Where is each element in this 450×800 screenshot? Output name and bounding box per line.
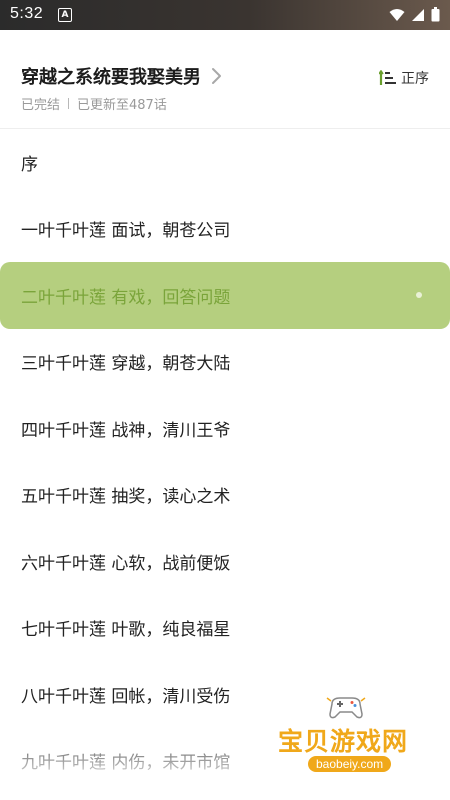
chapter-item[interactable]: 六叶千叶莲 心软，战前便饭 bbox=[0, 528, 450, 595]
chapter-title: 二叶千叶莲 有戏，回答问题 bbox=[21, 287, 231, 308]
status-bar: 5:32 A bbox=[0, 0, 450, 30]
status-time: 5:32 bbox=[10, 5, 44, 22]
chapter-title: 九叶千叶莲 内伤，未开市馆 bbox=[21, 753, 231, 774]
wifi-icon bbox=[389, 8, 405, 21]
sort-ascending-icon bbox=[379, 70, 396, 85]
chapter-item-current[interactable]: 二叶千叶莲 有戏，回答问题 bbox=[0, 262, 450, 329]
chapter-title: 一叶千叶莲 面试，朝苍公司 bbox=[21, 221, 231, 242]
gamepad-icon bbox=[326, 697, 366, 719]
site-watermark: 宝贝游戏网 baobeiy.com bbox=[278, 688, 418, 778]
sheet-header: 穿越之系统要我娶美男 已完结 已更新至487话 正序 bbox=[0, 30, 450, 129]
completion-status: 已完结 bbox=[21, 98, 61, 113]
chapter-item[interactable]: 四叶千叶莲 战神，清川王爷 bbox=[0, 395, 450, 462]
book-meta: 已完结 已更新至487话 bbox=[21, 94, 167, 113]
chapter-title: 序 bbox=[21, 154, 38, 175]
chapter-item[interactable]: 序 bbox=[0, 129, 450, 196]
system-icons bbox=[389, 7, 440, 22]
watermark-text: 宝贝游戏网 bbox=[278, 727, 409, 756]
chapter-title: 六叶千叶莲 心软，战前便饭 bbox=[21, 553, 231, 574]
chapter-list-sheet: 穿越之系统要我娶美男 已完结 已更新至487话 正序 序 一叶千叶莲 面试，朝苍… bbox=[0, 30, 450, 800]
chapter-title: 七叶千叶莲 叶歌，纯良福星 bbox=[21, 620, 231, 641]
chapter-item[interactable]: 七叶千叶莲 叶歌，纯良福星 bbox=[0, 595, 450, 662]
screen: 5:32 A 穿越之系统要我娶美男 已完结 已更新至487话 正序 序 一叶千叶… bbox=[0, 0, 450, 800]
battery-icon bbox=[431, 7, 440, 22]
book-title: 穿越之系统要我娶美男 bbox=[21, 67, 201, 88]
book-title-link[interactable]: 穿越之系统要我娶美男 bbox=[21, 63, 223, 89]
meta-divider bbox=[68, 98, 70, 109]
chapter-title: 四叶千叶莲 战神，清川王爷 bbox=[21, 420, 231, 441]
chapter-title: 八叶千叶莲 回帐，清川受伤 bbox=[21, 686, 231, 707]
current-indicator-dot bbox=[416, 292, 422, 299]
sort-order-button[interactable]: 正序 bbox=[379, 68, 429, 88]
chapter-item[interactable]: 一叶千叶莲 面试，朝苍公司 bbox=[0, 196, 450, 263]
watermark-url: baobeiy.com bbox=[308, 756, 392, 772]
signal-icon bbox=[412, 8, 424, 21]
chapter-title: 五叶千叶莲 抽奖，读心之术 bbox=[21, 487, 231, 508]
chapter-title: 三叶千叶莲 穿越，朝苍大陆 bbox=[21, 354, 231, 375]
chapter-item[interactable]: 五叶千叶莲 抽奖，读心之术 bbox=[0, 462, 450, 529]
app-notification-icon: A bbox=[58, 8, 72, 22]
update-info: 已更新至487话 bbox=[77, 98, 167, 113]
chevron-right-icon bbox=[212, 68, 221, 84]
chapter-item[interactable]: 三叶千叶莲 穿越，朝苍大陆 bbox=[0, 329, 450, 396]
sort-label: 正序 bbox=[401, 71, 429, 87]
